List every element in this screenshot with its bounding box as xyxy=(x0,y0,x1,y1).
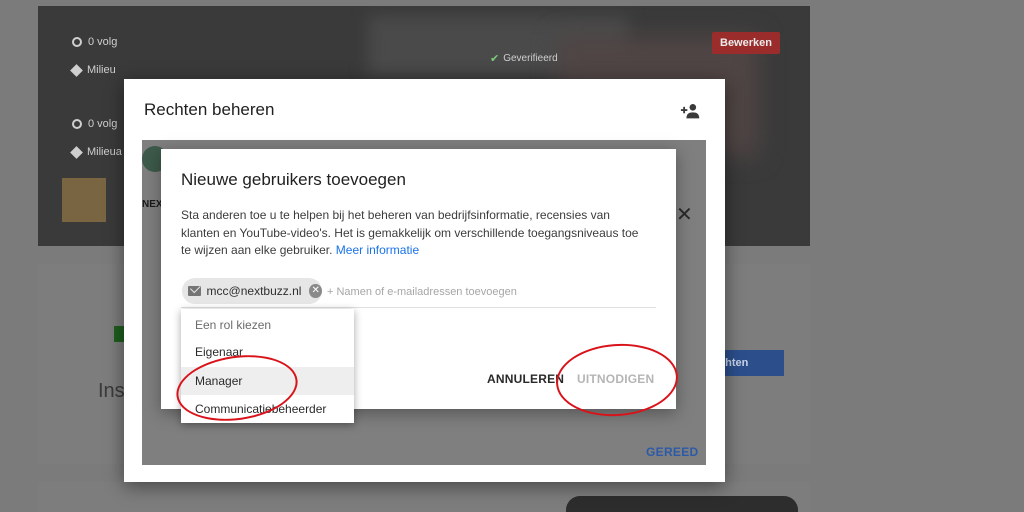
tag-row-2: Milieua xyxy=(70,145,122,159)
link-icon xyxy=(72,119,82,129)
dialog-title: Rechten beheren xyxy=(144,100,275,119)
followers-row-2: 0 volg xyxy=(72,118,117,130)
cancel-button[interactable]: ANNULEREN xyxy=(487,372,564,386)
tag-icon xyxy=(70,63,83,77)
tag-icon xyxy=(70,145,83,159)
role-option-communication-manager[interactable]: Communicatiebeheerder xyxy=(181,395,354,423)
verified-text: Geverifieerd xyxy=(503,53,558,64)
followers-text-2: 0 volg xyxy=(88,118,118,130)
verified-badge: ✔ Geverifieerd xyxy=(490,52,558,65)
done-button[interactable]: GEREED xyxy=(646,445,698,459)
followers-text-1: 0 volg xyxy=(88,36,118,48)
remove-chip-icon[interactable]: ✕ xyxy=(309,284,322,298)
phone-illustration xyxy=(566,496,798,512)
followers-row-1: 0 volg xyxy=(72,36,117,48)
role-dropdown: Een rol kiezen Eigenaar Manager Communic… xyxy=(181,309,354,423)
add-user-input[interactable] xyxy=(327,281,657,303)
tag-text-2: Milieua xyxy=(87,146,122,158)
role-dropdown-header: Een rol kiezen xyxy=(195,318,272,332)
chip-email: mcc@nextbuzz.nl xyxy=(206,284,302,298)
edit-button[interactable]: Bewerken xyxy=(712,32,780,54)
role-option-owner[interactable]: Eigenaar xyxy=(181,338,354,366)
card-heading: Ins xyxy=(98,380,125,402)
link-icon xyxy=(72,37,82,47)
close-icon[interactable]: ✕ xyxy=(676,202,693,227)
mail-icon xyxy=(188,286,201,296)
more-info-link[interactable]: Meer informatie xyxy=(336,243,419,257)
photo-thumbnail[interactable] xyxy=(62,178,106,222)
role-option-manager[interactable]: Manager xyxy=(181,367,354,395)
input-underline xyxy=(181,307,656,308)
dialog-description: Sta anderen toe u te helpen bij het behe… xyxy=(181,207,651,260)
add-person-icon[interactable] xyxy=(680,103,702,119)
invite-button[interactable]: UITNODIGEN xyxy=(577,372,654,386)
tag-row-1: Milieu xyxy=(70,63,116,77)
email-chip: mcc@nextbuzz.nl ✕ xyxy=(182,278,322,304)
tag-text-1: Milieu xyxy=(87,64,116,76)
check-icon: ✔ xyxy=(490,53,500,65)
dialog-title: Nieuwe gebruikers toevoegen xyxy=(181,170,406,189)
